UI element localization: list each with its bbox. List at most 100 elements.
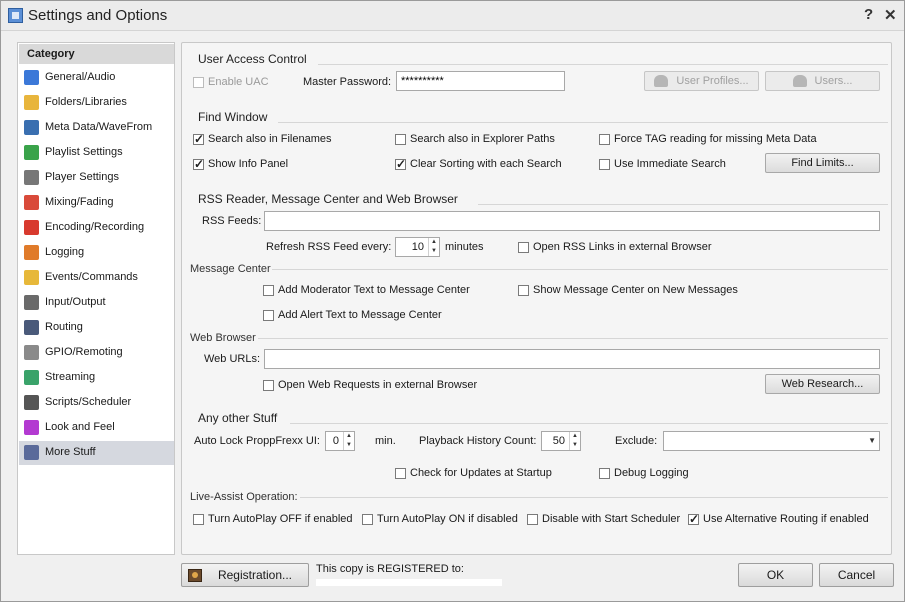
- search-filenames-checkbox[interactable]: Search also in Filenames: [193, 132, 332, 146]
- show-info-panel-checkbox[interactable]: Show Info Panel: [193, 157, 288, 171]
- disable-scheduler-checkbox[interactable]: Disable with Start Scheduler: [527, 513, 680, 525]
- add-moderator-checkbox[interactable]: Add Moderator Text to Message Center: [263, 284, 470, 296]
- sidebar-item-label: General/Audio: [45, 71, 116, 83]
- checkbox-box: [263, 309, 274, 321]
- add-alert-checkbox[interactable]: Add Alert Text to Message Center: [263, 309, 442, 321]
- checkbox-box: [193, 132, 204, 146]
- web-urls-field[interactable]: [264, 349, 880, 369]
- sidebar-item-logging[interactable]: Logging: [19, 241, 174, 265]
- divider: [258, 338, 888, 339]
- divider: [278, 122, 888, 123]
- spinner-arrows[interactable]: ▲ ▼: [343, 432, 354, 450]
- sidebar-item-playlist-settings[interactable]: Playlist Settings: [19, 141, 174, 165]
- checkbox-box: [599, 133, 610, 145]
- registration-button[interactable]: Registration...: [181, 563, 309, 587]
- clear-sorting-checkbox[interactable]: Clear Sorting with each Search: [395, 157, 562, 171]
- title-bar: Settings and Options ? ✕: [1, 1, 904, 31]
- spin-up-icon[interactable]: ▲: [570, 432, 580, 441]
- check-updates-checkbox[interactable]: Check for Updates at Startup: [395, 467, 552, 479]
- checkbox-box: [395, 467, 406, 479]
- sidebar-item-label: Meta Data/WaveFrom: [45, 121, 153, 133]
- spin-down-icon[interactable]: ▼: [429, 247, 439, 256]
- logging-icon: [24, 245, 39, 260]
- open-web-external-checkbox[interactable]: Open Web Requests in external Browser: [263, 379, 477, 391]
- sidebar-item-label: Player Settings: [45, 171, 119, 183]
- other-section-title: Any other Stuff: [198, 411, 278, 425]
- autoplay-on-checkbox[interactable]: Turn AutoPlay ON if disabled: [362, 513, 518, 525]
- exclude-dropdown[interactable]: ▼: [663, 431, 880, 451]
- sidebar-item-general-audio[interactable]: General/Audio: [19, 66, 174, 90]
- refresh-rss-unit: minutes: [445, 241, 484, 253]
- autoplay-off-checkbox[interactable]: Turn AutoPlay OFF if enabled: [193, 513, 353, 525]
- web-browser-title: Web Browser: [190, 332, 256, 344]
- force-tag-checkbox[interactable]: Force TAG reading for missing Meta Data: [599, 133, 817, 145]
- sidebar-item-routing[interactable]: Routing: [19, 316, 174, 340]
- folder-icon: [24, 95, 39, 110]
- settings-app-icon: [8, 8, 23, 23]
- uac-section-title: User Access Control: [198, 52, 307, 66]
- lightning-icon: [24, 270, 39, 285]
- checkbox-box: [688, 512, 699, 526]
- sidebar-item-label: Input/Output: [45, 296, 106, 308]
- sidebar-item-meta-data-wavefrom[interactable]: Meta Data/WaveFrom: [19, 116, 174, 140]
- playlist-icon: [24, 145, 39, 160]
- history-count-label: Playback History Count:: [419, 435, 537, 447]
- spinner-arrows[interactable]: ▲ ▼: [569, 432, 580, 450]
- history-count-spinner[interactable]: 50 ▲ ▼: [541, 431, 581, 451]
- refresh-rss-spinner[interactable]: 10 ▲ ▼: [395, 237, 440, 257]
- waveform-icon: [24, 120, 39, 135]
- spin-up-icon[interactable]: ▲: [429, 238, 439, 247]
- live-assist-title: Live-Assist Operation:: [190, 491, 298, 503]
- ok-button[interactable]: OK: [738, 563, 813, 587]
- master-password-field[interactable]: [396, 71, 565, 91]
- sidebar-item-input-output[interactable]: Input/Output: [19, 291, 174, 315]
- divider: [318, 64, 888, 65]
- sidebar-item-events-commands[interactable]: Events/Commands: [19, 266, 174, 290]
- checkbox-box: [263, 284, 274, 296]
- spin-down-icon[interactable]: ▼: [344, 441, 354, 450]
- checkbox-box: [599, 467, 610, 479]
- open-rss-external-checkbox[interactable]: Open RSS Links in external Browser: [518, 241, 712, 253]
- enable-uac-checkbox[interactable]: Enable UAC: [193, 76, 269, 88]
- divider: [478, 204, 888, 205]
- sidebar-item-gpio-remoting[interactable]: GPIO/Remoting: [19, 341, 174, 365]
- user-profiles-button[interactable]: User Profiles...: [644, 71, 759, 91]
- checkbox-box: [193, 157, 204, 171]
- spin-down-icon[interactable]: ▼: [570, 441, 580, 450]
- web-research-button[interactable]: Web Research...: [765, 374, 880, 394]
- sidebar-item-label: Logging: [45, 246, 85, 258]
- sidebar-item-mixing-fading[interactable]: Mixing/Fading: [19, 191, 174, 215]
- debug-logging-checkbox[interactable]: Debug Logging: [599, 467, 689, 479]
- sidebar-item-streaming[interactable]: Streaming: [19, 366, 174, 390]
- spin-up-icon[interactable]: ▲: [344, 432, 354, 441]
- immediate-search-checkbox[interactable]: Use Immediate Search: [599, 158, 726, 170]
- sidebar-item-look-and-feel[interactable]: Look and Feel: [19, 416, 174, 440]
- alt-routing-checkbox[interactable]: Use Alternative Routing if enabled: [688, 512, 869, 526]
- cancel-button[interactable]: Cancel: [819, 563, 894, 587]
- sidebar-item-label: Mixing/Fading: [45, 196, 114, 208]
- category-header: Category: [19, 44, 174, 64]
- show-on-new-messages-checkbox[interactable]: Show Message Center on New Messages: [518, 284, 738, 296]
- palette-icon: [24, 420, 39, 435]
- chevron-down-icon[interactable]: ▼: [868, 436, 876, 445]
- users-button[interactable]: Users...: [765, 71, 880, 91]
- help-icon[interactable]: ?: [864, 6, 873, 23]
- sidebar-item-encoding-recording[interactable]: Encoding/Recording: [19, 216, 174, 240]
- sidebar-item-more-stuff[interactable]: More Stuff: [19, 441, 174, 465]
- sidebar-item-folders-libraries[interactable]: Folders/Libraries: [19, 91, 174, 115]
- record-icon: [24, 220, 39, 235]
- checkbox-box: [193, 76, 204, 88]
- tools-icon: [24, 445, 39, 460]
- spinner-arrows[interactable]: ▲ ▼: [428, 238, 439, 256]
- close-icon[interactable]: ✕: [884, 6, 897, 24]
- auto-lock-spinner[interactable]: 0 ▲ ▼: [325, 431, 355, 451]
- web-urls-label: Web URLs:: [204, 353, 261, 365]
- rss-feeds-field[interactable]: [264, 211, 880, 231]
- sidebar-item-player-settings[interactable]: Player Settings: [19, 166, 174, 190]
- settings-window: Settings and Options ? ✕ Category Genera…: [0, 0, 905, 602]
- checkbox-box: [395, 157, 406, 171]
- sidebar-item-scripts-scheduler[interactable]: Scripts/Scheduler: [19, 391, 174, 415]
- input-output-icon: [24, 295, 39, 310]
- search-explorer-checkbox[interactable]: Search also in Explorer Paths: [395, 133, 555, 145]
- find-limits-button[interactable]: Find Limits...: [765, 153, 880, 173]
